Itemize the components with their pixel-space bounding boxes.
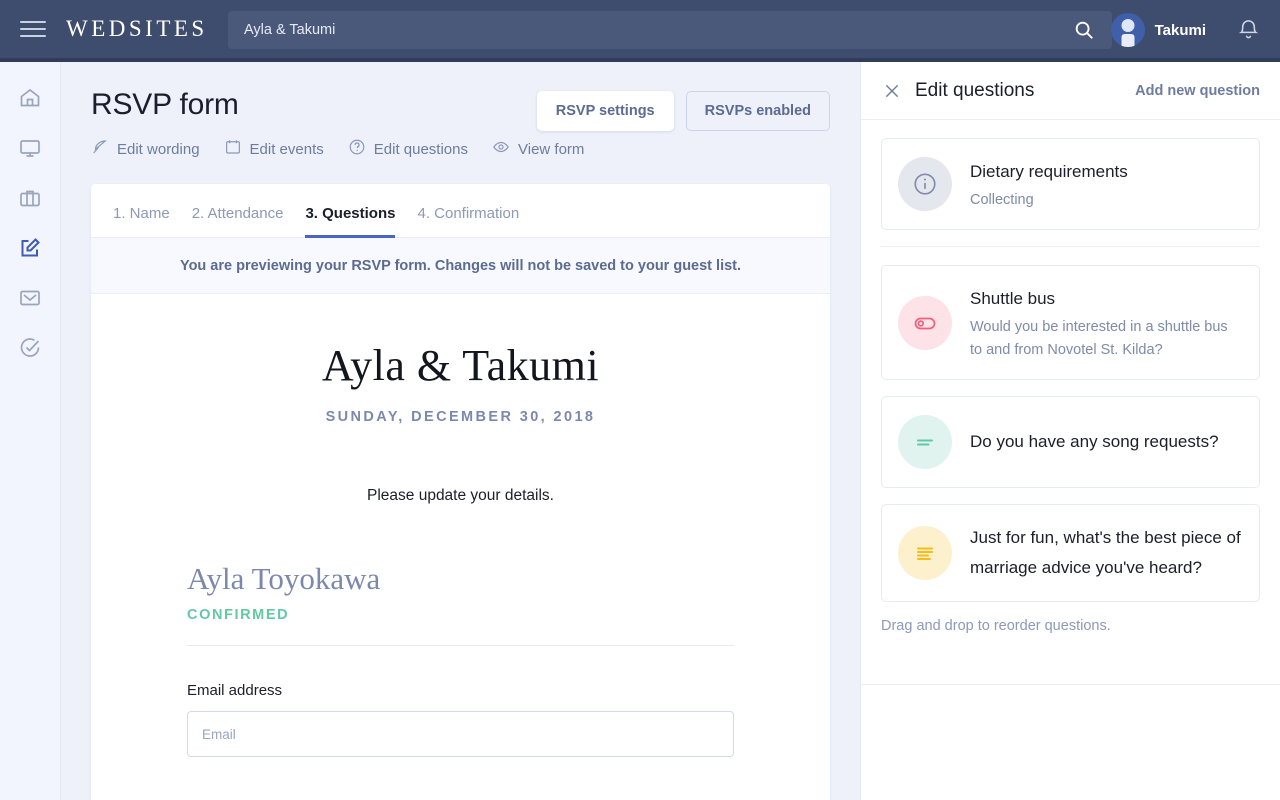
topbar-underline [0, 58, 1280, 62]
long-text-icon [898, 526, 952, 581]
email-field[interactable] [187, 711, 734, 757]
question-subtitle: Collecting [970, 191, 1034, 208]
tab-questions[interactable]: 3. Questions [305, 205, 396, 238]
rsvps-enabled-button[interactable]: RSVPs enabled [685, 91, 830, 131]
page-action-links: Edit wording Edit events Edit questions … [91, 138, 830, 160]
info-circle-icon [898, 157, 952, 212]
top-navigation-bar: WEDSITES Takumi [0, 0, 1280, 58]
question-title: Do you have any song requests? [970, 432, 1219, 452]
edit-events-link[interactable]: Edit events [224, 138, 324, 160]
email-input[interactable] [202, 726, 719, 742]
page-header-buttons: RSVP settings RSVPs enabled [536, 91, 830, 131]
couple-names: Ayla & Takumi [321, 341, 600, 390]
tab-name[interactable]: 1. Name [113, 205, 170, 238]
sidebar-item-checklist[interactable] [12, 330, 48, 366]
question-title: Dietary requirements [970, 162, 1128, 181]
form-instruction: Please update your details. [367, 487, 554, 504]
question-card-dietary[interactable]: Dietary requirements Collecting [881, 138, 1260, 231]
question-divider [881, 246, 1260, 248]
search-icon[interactable] [1056, 11, 1112, 49]
edit-questions-panel: Edit questions Add new question Dietary … [860, 62, 1280, 800]
question-card-shuttle-bus[interactable]: Shuttle bus Would you be interested in a… [881, 265, 1260, 381]
sidebar-item-home[interactable] [12, 80, 48, 116]
question-list: Dietary requirements Collecting Shuttle … [861, 120, 1280, 603]
sidebar-item-vendors[interactable] [12, 180, 48, 216]
wedding-date: SUNDAY, DECEMBER 30, 2018 [325, 409, 596, 425]
form-preview-card: 1. Name 2. Attendance 3. Questions 4. Co… [91, 184, 830, 800]
edit-questions-link[interactable]: Edit questions [348, 138, 468, 160]
form-step-tabs: 1. Name 2. Attendance 3. Questions 4. Co… [91, 184, 830, 238]
question-card-marriage-advice[interactable]: Just for fun, what's the best piece of m… [881, 504, 1260, 603]
avatar [1110, 13, 1145, 47]
view-form-link[interactable]: View form [492, 138, 584, 160]
panel-footer-divider [861, 684, 1280, 685]
question-title: Just for fun, what's the best piece of m… [970, 528, 1241, 578]
hamburger-menu-icon[interactable] [18, 18, 48, 40]
calendar-icon [224, 138, 242, 160]
reorder-hint: Drag and drop to reorder questions. [881, 618, 1111, 635]
edit-events-label: Edit events [249, 140, 324, 158]
panel-header: Edit questions Add new question [861, 62, 1280, 120]
bell-icon[interactable] [1237, 18, 1260, 46]
rsvp-settings-button[interactable]: RSVP settings [536, 91, 674, 131]
app-root: WEDSITES Takumi [0, 0, 1280, 800]
feather-pen-icon [91, 138, 109, 160]
question-text: Just for fun, what's the best piece of m… [970, 523, 1243, 583]
tab-attendance[interactable]: 2. Attendance [192, 205, 284, 238]
edit-wording-link[interactable]: Edit wording [91, 138, 200, 160]
rsvp-form-preview: Ayla & Takumi SUNDAY, DECEMBER 30, 2018 … [91, 294, 830, 757]
email-field-label: Email address [187, 682, 283, 699]
left-icon-rail [0, 62, 61, 800]
sidebar-item-messages[interactable] [12, 280, 48, 316]
eye-icon [492, 138, 510, 160]
preview-notice: You are previewing your RSVP form. Chang… [91, 238, 830, 294]
tab-confirmation[interactable]: 4. Confirmation [417, 205, 519, 238]
divider [187, 645, 734, 646]
sidebar-item-rsvp[interactable] [12, 230, 48, 266]
user-menu[interactable]: Takumi [1110, 10, 1206, 50]
panel-title: Edit questions [915, 79, 1035, 101]
question-text: Dietary requirements Collecting [970, 157, 1243, 211]
brand-logo[interactable]: WEDSITES [66, 16, 208, 42]
view-form-label: View form [518, 140, 585, 158]
question-card-song-requests[interactable]: Do you have any song requests? [881, 396, 1260, 489]
main-content: RSVP form RSVP settings RSVPs enabled Ed… [61, 62, 860, 800]
status-badge: CONFIRMED [187, 607, 290, 623]
page-header: RSVP form RSVP settings RSVPs enabled Ed… [61, 62, 860, 160]
sidebar-item-website[interactable] [12, 130, 48, 166]
question-subtitle: Would you be interested in a shuttle bus… [970, 319, 1228, 358]
toggle-switch-icon [898, 295, 952, 350]
edit-wording-label: Edit wording [117, 140, 200, 158]
edit-questions-label: Edit questions [373, 140, 468, 158]
question-circle-icon [348, 138, 366, 160]
search-input[interactable] [228, 22, 1056, 38]
close-icon[interactable] [881, 80, 903, 102]
question-text: Shuttle bus Would you be interested in a… [970, 284, 1243, 361]
question-title: Shuttle bus [970, 289, 1056, 309]
search-bar[interactable] [228, 11, 1112, 49]
add-new-question-button[interactable]: Add new question [1135, 83, 1260, 99]
guest-name: Ayla Toyokawa [187, 561, 381, 596]
question-text: Do you have any song requests? [970, 427, 1243, 457]
short-text-icon [898, 415, 952, 470]
user-name-label: Takumi [1154, 21, 1206, 39]
